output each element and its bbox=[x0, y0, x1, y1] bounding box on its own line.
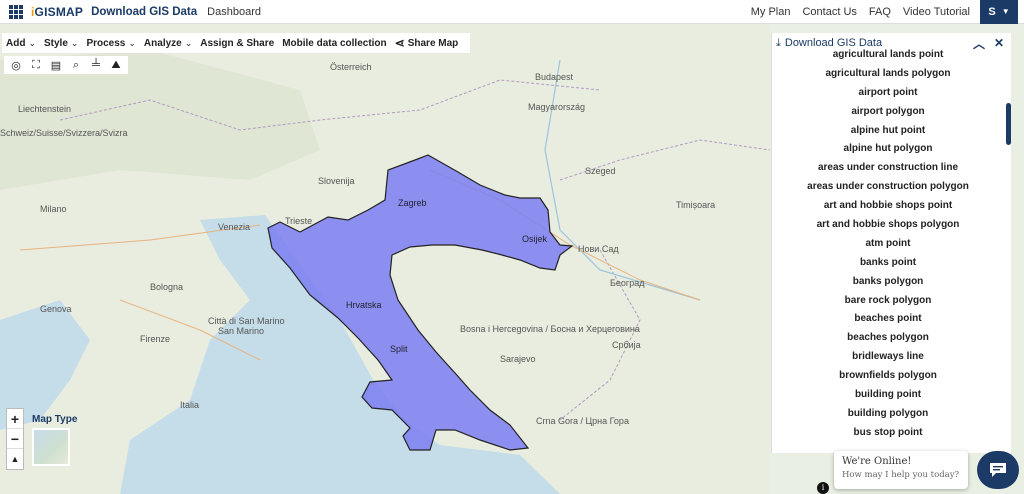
caret-down-icon: ▼ bbox=[1001, 7, 1010, 16]
map-label-magyarorszag: Magyarország bbox=[528, 102, 586, 112]
map-label-milano: Milano bbox=[40, 204, 67, 214]
map-label-san-marino: San Marino bbox=[218, 326, 265, 336]
chevron-down-icon: ⌄ bbox=[70, 37, 79, 48]
map-label-budapest: Budapest bbox=[535, 72, 574, 82]
gis-layer-item[interactable]: areas under construction polygon bbox=[772, 177, 1004, 196]
map-label-schweiz: Schweiz/Suisse/Svizzera/Svizra bbox=[0, 128, 128, 138]
print-icon[interactable]: ▤ bbox=[49, 59, 63, 72]
assign-share-menu[interactable]: Assign & Share bbox=[200, 38, 274, 49]
app-title: Download GIS Data bbox=[91, 5, 198, 18]
chevron-down-icon: ⌄ bbox=[28, 37, 36, 48]
map-label-split: Split bbox=[390, 344, 408, 354]
chevron-down-icon: ⌄ bbox=[184, 37, 193, 48]
chat-bubble[interactable]: We're Online! How may I help you today? bbox=[834, 451, 968, 489]
user-menu-button[interactable]: S ▼ bbox=[980, 0, 1018, 24]
gis-layer-item[interactable]: building point bbox=[772, 385, 1004, 404]
gis-layer-item[interactable]: atm point bbox=[772, 234, 1004, 253]
gis-layer-item[interactable]: banks point bbox=[772, 253, 1004, 272]
analyze-menu[interactable]: Analyze ⌄ bbox=[144, 38, 192, 49]
zoom-out-button[interactable]: − bbox=[7, 429, 23, 449]
gis-layer-item[interactable]: bus stop point bbox=[772, 423, 1004, 442]
gis-layer-item[interactable]: bare rock polygon bbox=[772, 291, 1004, 310]
gis-layer-item[interactable]: beaches point bbox=[772, 309, 1004, 328]
chat-icon bbox=[990, 463, 1006, 477]
gis-layer-item[interactable]: art and hobbie shops point bbox=[772, 196, 1004, 215]
download-gis-panel: ⤓ Download GIS Data ︿ ✕ agricultural lan… bbox=[771, 33, 1011, 453]
map-label-timisoara: Timișoara bbox=[676, 200, 716, 210]
map-type-label: Map Type bbox=[32, 414, 78, 425]
gis-layer-item[interactable]: agricultural lands polygon bbox=[772, 64, 1004, 83]
map-tools-row: ◎ ⛶ ▤ ⌕ ╧ ⛰ bbox=[4, 56, 128, 74]
map-type-thumbnail[interactable] bbox=[32, 428, 70, 466]
map-label-liechtenstein: Liechtenstein bbox=[18, 104, 72, 114]
map-label-bologna: Bologna bbox=[150, 282, 184, 292]
map-label-beograd: Београд bbox=[610, 278, 645, 288]
panel-scrollbar[interactable] bbox=[1006, 103, 1011, 145]
map-label-novi-sad: Нови Сад bbox=[578, 244, 619, 254]
nav-faq[interactable]: FAQ bbox=[869, 6, 891, 18]
map-label-slovenija: Slovenija bbox=[318, 176, 355, 186]
map-label-srbija: Србија bbox=[612, 340, 641, 350]
gismap-logo[interactable]: iGISMAP bbox=[31, 5, 83, 19]
gis-layer-item[interactable]: beaches polygon bbox=[772, 328, 1004, 347]
gis-layer-list: agricultural lands point agricultural lan… bbox=[772, 45, 1004, 445]
nav-my-plan[interactable]: My Plan bbox=[751, 6, 791, 18]
map-label-sarajevo: Sarajevo bbox=[500, 354, 536, 364]
map-toolbar: Add ⌄ Style ⌄ Process ⌄ Analyze ⌄ Assign & S… bbox=[2, 33, 471, 53]
chat-help-text: How may I help you today? bbox=[842, 470, 960, 480]
map-label-venezia: Venezia bbox=[218, 222, 251, 232]
nav-video-tutorial[interactable]: Video Tutorial bbox=[903, 6, 970, 18]
share-icon: ⋖ bbox=[394, 36, 405, 50]
gis-layer-item[interactable]: bus stop polygon bbox=[772, 442, 1004, 445]
map-base bbox=[0, 24, 770, 494]
map-label-firenze: Firenze bbox=[140, 334, 171, 344]
locate-icon[interactable]: ◎ bbox=[9, 59, 23, 72]
map-label-bosna: Bosna i Hercegovina / Босна и Херцеговин… bbox=[460, 324, 640, 334]
gis-layer-item[interactable]: banks polygon bbox=[772, 272, 1004, 291]
nav-contact-us[interactable]: Contact Us bbox=[802, 6, 856, 18]
apps-grid-icon[interactable] bbox=[9, 4, 23, 19]
process-menu[interactable]: Process ⌄ bbox=[86, 38, 135, 49]
map-label-zagreb: Zagreb bbox=[398, 198, 427, 208]
gis-layer-item[interactable]: areas under construction line bbox=[772, 158, 1004, 177]
share-map-button[interactable]: ⋖ Share Map bbox=[395, 36, 459, 50]
map-label-szeged: Szeged bbox=[585, 166, 616, 176]
style-menu[interactable]: Style ⌄ bbox=[44, 38, 78, 49]
gis-layer-item[interactable]: bridleways line bbox=[772, 347, 1004, 366]
gis-layer-item[interactable]: brownfields polygon bbox=[772, 366, 1004, 385]
chat-online-text: We're Online! bbox=[842, 456, 912, 467]
map-label-trieste: Trieste bbox=[285, 216, 313, 226]
gis-layer-item[interactable]: agricultural lands point bbox=[772, 45, 1004, 64]
map-canvas[interactable]: Österreich Liechtenstein Schweiz/Suisse/… bbox=[0, 24, 770, 494]
gis-layer-item[interactable]: airport polygon bbox=[772, 102, 1004, 121]
gis-layer-item[interactable]: art and hobbie shops polygon bbox=[772, 215, 1004, 234]
chat-launcher-button[interactable] bbox=[977, 451, 1019, 489]
gis-layer-item[interactable]: building polygon bbox=[772, 404, 1004, 423]
gis-layer-item[interactable]: alpine hut polygon bbox=[772, 139, 1004, 158]
map-label-hrvatska: Hrvatska bbox=[346, 300, 382, 310]
gis-layer-item[interactable]: airport point bbox=[772, 83, 1004, 102]
top-header: iGISMAP Download GIS Data Dashboard My P… bbox=[0, 0, 1024, 24]
dashboard-link[interactable]: Dashboard bbox=[207, 6, 261, 18]
map-label-italia: Italia bbox=[180, 400, 200, 410]
gis-layer-item[interactable]: alpine hut point bbox=[772, 121, 1004, 140]
mobile-data-collection-menu[interactable]: Mobile data collection bbox=[282, 38, 386, 49]
reset-north-icon[interactable]: ▲ bbox=[7, 449, 23, 469]
map-label-crna-gora: Crna Gora / Црна Гора bbox=[536, 416, 629, 426]
info-icon[interactable]: i bbox=[817, 482, 829, 494]
zoom-search-icon[interactable]: ⌕ bbox=[69, 59, 83, 72]
add-menu[interactable]: Add ⌄ bbox=[6, 38, 36, 49]
measure-icon[interactable]: ╧ bbox=[89, 59, 103, 71]
zoom-in-button[interactable]: + bbox=[7, 409, 23, 429]
elevation-icon[interactable]: ⛰ bbox=[109, 59, 123, 72]
map-label-osterreich: Österreich bbox=[330, 62, 372, 72]
top-nav: My Plan Contact Us FAQ Video Tutorial bbox=[751, 6, 970, 18]
map-label-citta-san-marino: Città di San Marino bbox=[208, 316, 285, 326]
fullscreen-icon[interactable]: ⛶ bbox=[29, 59, 43, 72]
map-label-osijek: Osijek bbox=[522, 234, 548, 244]
chevron-down-icon: ⌄ bbox=[128, 37, 136, 48]
map-label-genova: Genova bbox=[40, 304, 72, 314]
zoom-control: + − ▲ bbox=[6, 408, 24, 470]
